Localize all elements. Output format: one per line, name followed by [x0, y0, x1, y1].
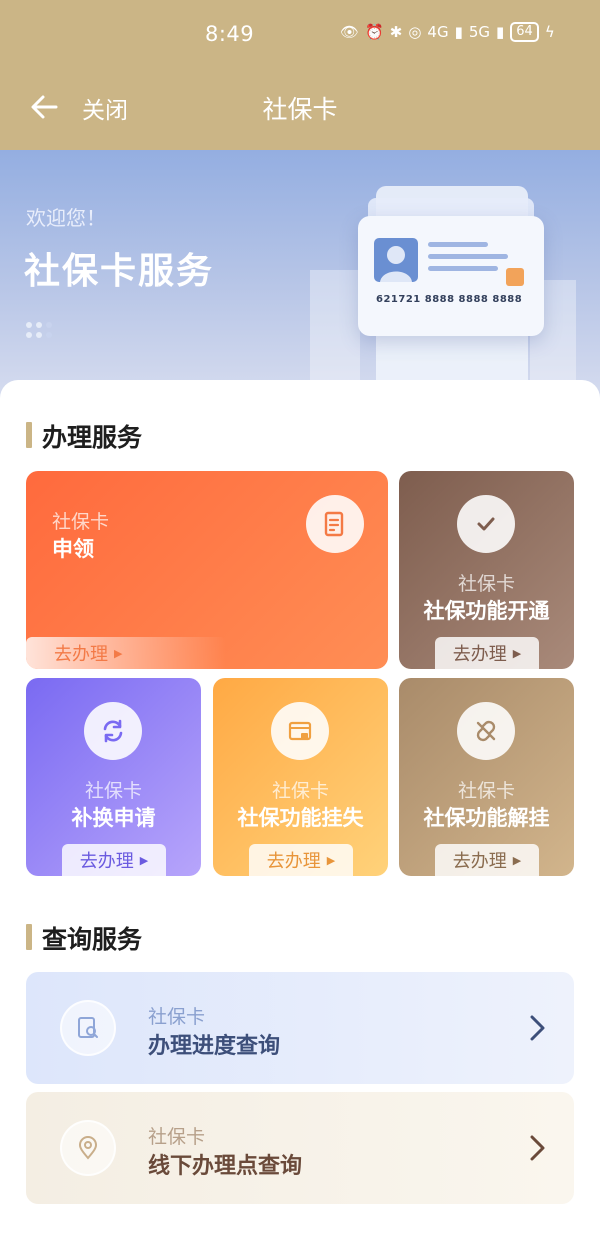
- chevron-right-icon: [530, 1015, 545, 1041]
- eye-icon: 👁: [340, 23, 360, 41]
- tile-main: 社保功能挂失: [237, 806, 364, 830]
- tile-sub: 社保卡: [52, 511, 110, 533]
- search-doc-icon: [60, 1000, 116, 1056]
- banner-title: 社保卡服务: [24, 251, 215, 292]
- signal-icon-2: ▮: [496, 23, 505, 41]
- social-security-card-illustration: 621721 8888 8888 8888: [358, 216, 544, 336]
- building-decor: [310, 270, 360, 380]
- go-button[interactable]: 去办理 ▶: [62, 844, 166, 876]
- status-icons: 👁 ⏰ ✱ ◎ 4G ▮ 5G ▮ 64 ϟ: [340, 22, 555, 42]
- query-sub: 社保卡: [148, 1126, 206, 1148]
- query-sub: 社保卡: [148, 1006, 206, 1028]
- page-title: 社保卡: [262, 95, 338, 124]
- refresh-icon: [84, 702, 142, 760]
- tile-main: 社保功能开通: [423, 599, 550, 623]
- tile-activate[interactable]: 社保卡 社保功能开通 去办理 ▶: [399, 471, 574, 669]
- tile-apply[interactable]: 社保卡 申领 去办理 ▶: [26, 471, 388, 669]
- tile-sub: 社保卡: [457, 573, 515, 595]
- bluetooth-icon: ✱: [389, 23, 403, 41]
- unlink-icon: [457, 702, 515, 760]
- tile-main: 社保功能解挂: [423, 806, 550, 830]
- check-icon: [457, 495, 515, 553]
- query-main: 办理进度查询: [148, 1034, 281, 1059]
- signal-5g: 5G: [468, 23, 491, 41]
- avatar-icon: [374, 238, 418, 282]
- tile-report-loss[interactable]: 社保卡 社保功能挂失 去办理 ▶: [213, 678, 388, 876]
- signal-4g: 4G: [427, 23, 449, 41]
- charging-icon: ϟ: [544, 23, 555, 41]
- location-icon: [60, 1120, 116, 1176]
- document-icon: [306, 495, 364, 553]
- battery-level: 64: [510, 22, 539, 42]
- tile-sub: 社保卡: [457, 780, 515, 802]
- signal-icon: ▮: [454, 23, 463, 41]
- tile-main: 申领: [52, 537, 94, 561]
- top-bar: 8:49 👁 ⏰ ✱ ◎ 4G ▮ 5G ▮ 64 ϟ 关闭 社保卡: [0, 0, 600, 150]
- tile-sub: 社保卡: [271, 780, 329, 802]
- section-title-handle: 办理服务: [26, 418, 142, 454]
- tile-replace[interactable]: 社保卡 补换申请 去办理 ▶: [26, 678, 201, 876]
- alarm-icon: ⏰: [365, 23, 384, 41]
- go-button[interactable]: 去办理 ▶: [435, 844, 539, 876]
- welcome-text: 欢迎您！: [26, 206, 106, 230]
- go-button[interactable]: 去办理 ▶: [26, 637, 226, 669]
- query-location[interactable]: 社保卡 线下办理点查询: [26, 1092, 574, 1204]
- tile-main: 补换申请: [71, 806, 156, 830]
- status-time: 8:49: [205, 22, 255, 46]
- go-button[interactable]: 去办理 ▶: [435, 637, 539, 669]
- query-progress[interactable]: 社保卡 办理进度查询: [26, 972, 574, 1084]
- chevron-right-icon: [530, 1135, 545, 1161]
- hotspot-icon: ◎: [408, 23, 422, 41]
- section-title-query: 查询服务: [26, 920, 142, 956]
- tile-unlock[interactable]: 社保卡 社保功能解挂 去办理 ▶: [399, 678, 574, 876]
- query-main: 线下办理点查询: [148, 1154, 303, 1179]
- tile-sub: 社保卡: [84, 780, 142, 802]
- hero-banner: 欢迎您！ 社保卡服务 621721 8888 8888 8888: [0, 150, 600, 400]
- card-number: 621721 8888 8888 8888: [376, 294, 523, 305]
- chip-icon: [506, 268, 524, 286]
- carousel-dots: [26, 322, 52, 338]
- lock-card-icon: [271, 702, 329, 760]
- go-button[interactable]: 去办理 ▶: [249, 844, 353, 876]
